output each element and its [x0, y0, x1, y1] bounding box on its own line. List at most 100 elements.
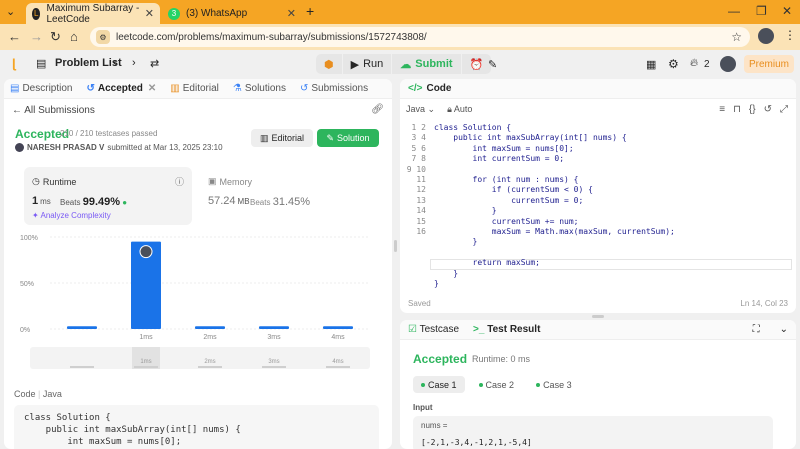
layout-icon[interactable]: ▦ [646, 58, 656, 71]
clock-icon: ◷ [32, 176, 40, 186]
case-tab-3[interactable]: Case 3 [528, 376, 580, 393]
streak-icon[interactable]: 🔥︎ [690, 57, 698, 70]
url-field[interactable]: ⚙ leetcode.com/problems/maximum-subarray… [90, 27, 750, 47]
browser-tab-leetcode[interactable]: L Maximum Subarray - LeetCode ✕ [26, 3, 160, 25]
vertical-splitter[interactable] [394, 240, 397, 252]
tab-test-result[interactable]: >_ Test Result [473, 324, 540, 335]
submit-button[interactable]: ☁ Submit [392, 54, 460, 74]
close-tab-icon[interactable]: ✕ [148, 83, 156, 94]
restore-icon[interactable]: ❐ [756, 4, 767, 18]
leetcode-logo-icon[interactable]: ɭ [12, 56, 16, 71]
param-name: nums = [421, 421, 448, 430]
fullscreen-icon[interactable]: ⛶ [753, 324, 760, 335]
reload-icon[interactable]: ↻ [50, 29, 61, 45]
debug-button[interactable]: ⬢ [316, 54, 342, 74]
info-icon[interactable]: ⓘ [175, 175, 184, 188]
book-icon: ▥ [259, 132, 269, 143]
horizontal-splitter[interactable] [592, 315, 604, 318]
editorial-button[interactable]: ▥ Editorial [251, 129, 313, 147]
tab-submissions[interactable]: ↺ Submissions [300, 83, 368, 94]
memory-chip-icon: ▣ [208, 176, 217, 186]
prev-problem-icon[interactable]: ‹ [113, 57, 117, 69]
note-icon[interactable]: ✎ [488, 58, 497, 71]
chart-bar[interactable] [259, 326, 289, 329]
collapse-icon[interactable]: ⌄ [780, 324, 788, 335]
solution-button[interactable]: ✎ Solution [317, 129, 379, 147]
all-submissions-link[interactable]: ← All Submissions [12, 105, 95, 116]
bookmark-star-icon[interactable]: ☆ [731, 30, 742, 44]
minimap-window [132, 347, 160, 369]
profile-avatar[interactable] [758, 28, 774, 44]
next-problem-icon[interactable]: › [132, 57, 136, 69]
tab-description[interactable]: ▤ Description [10, 83, 72, 94]
analyze-complexity-link[interactable]: ✦ Analyze Complexity [32, 211, 111, 220]
minimize-icon[interactable]: — [728, 4, 740, 18]
terminal-icon: >_ [473, 324, 485, 335]
chart-bar[interactable] [323, 326, 353, 329]
run-button[interactable]: ▶ Run [343, 54, 392, 74]
chart-bar[interactable] [195, 326, 225, 329]
problem-list-link[interactable]: Problem List [55, 57, 122, 69]
input-label: Input [413, 403, 433, 412]
share-link-icon[interactable]: 🔗︎ [371, 104, 384, 115]
left-panel: ▤ Description ↺ Accepted ✕ ▥ Editorial ⚗ Solu… [4, 79, 392, 449]
format-icon[interactable]: ≡ [719, 104, 725, 115]
left-tabs: ▤ Description ↺ Accepted ✕ ▥ Editorial ⚗ Solu… [4, 79, 392, 99]
tab-solutions[interactable]: ⚗ Solutions [233, 83, 286, 94]
saved-status: Saved [408, 299, 431, 308]
testcases-passed: 210 / 210 testcases passed [60, 129, 158, 138]
cursor-position: Ln 14, Col 23 [740, 299, 788, 308]
problem-list-icon[interactable]: ▤ [36, 57, 46, 70]
case-tab-1[interactable]: Case 1 [413, 376, 465, 393]
tab-search-icon[interactable]: ⌄ [6, 5, 15, 18]
tab-editorial[interactable]: ▥ Editorial [170, 83, 219, 94]
shuffle-icon[interactable]: ⇄ [150, 57, 159, 70]
expand-icon[interactable]: ⤢ [780, 104, 788, 115]
auto-mode-toggle[interactable]: 🔒︎ Auto [447, 104, 472, 115]
user-avatar[interactable] [720, 56, 736, 72]
minimap-label: 4ms [332, 359, 343, 365]
memory-card[interactable]: ▣ Memory 57.24 MB Beats 31.45% [200, 167, 368, 225]
close-tab-icon[interactable]: ✕ [287, 7, 296, 20]
badge-icon: ● [122, 198, 128, 207]
leetcode-logo-icon: L [32, 7, 41, 20]
bookmark-icon[interactable]: ⊓ [733, 104, 741, 115]
alarm-icon: ⏰ [469, 58, 484, 71]
minimap-bar [70, 366, 94, 368]
case-tab-2[interactable]: Case 2 [471, 376, 523, 393]
timer-button[interactable]: ⏰ [462, 54, 492, 74]
premium-button[interactable]: Premium [744, 55, 794, 73]
close-window-icon[interactable]: ✕ [782, 4, 792, 18]
language-select[interactable]: Java ⌄ [406, 104, 435, 115]
back-icon[interactable]: ← [8, 29, 21, 44]
result-runtime: Runtime: 0 ms [472, 354, 531, 364]
home-icon[interactable]: ⌂ [70, 29, 78, 44]
site-info-icon[interactable]: ⚙ [96, 30, 110, 44]
submitted-code-preview: class Solution { public int maxSubArray(… [14, 405, 379, 449]
close-tab-icon[interactable]: ✕ [145, 7, 154, 20]
runtime-distribution-chart[interactable]: 100% 50% 0% 1ms 2ms 3ms 4ms 1ms 2ms 3ms 4ms [20, 231, 380, 371]
browser-menu-icon[interactable]: ⋮ [784, 28, 796, 42]
new-tab-button[interactable]: + [306, 3, 314, 19]
braces-icon[interactable]: {} [749, 104, 756, 115]
tab-accepted[interactable]: ↺ Accepted ✕ [86, 83, 156, 94]
x-tick-label: 3ms [267, 334, 281, 341]
clock-icon: ↺ [86, 83, 95, 94]
chart-bar[interactable] [67, 326, 97, 329]
browser-tab-strip: ⌄ L Maximum Subarray - LeetCode ✕ 3 (3) … [0, 0, 800, 25]
code-text[interactable]: class Solution { public int maxSubArray(… [434, 123, 675, 290]
tab-testcase[interactable]: ☑ Testcase [408, 324, 459, 335]
browser-tab-whatsapp[interactable]: 3 (3) WhatsApp ✕ [162, 3, 302, 24]
whatsapp-icon: 3 [168, 7, 180, 20]
reset-icon[interactable]: ↺ [764, 104, 772, 115]
pass-dot-icon [478, 382, 483, 387]
chart-minimap [30, 347, 370, 369]
settings-icon[interactable]: ⚙ [668, 57, 679, 71]
x-tick-label: 2ms [203, 334, 217, 341]
y-tick-label: 100% [20, 235, 38, 242]
history-icon: ↺ [299, 83, 309, 94]
forward-icon[interactable]: → [30, 29, 43, 44]
runtime-card[interactable]: ◷ Runtime ⓘ 1 ms Beats 99.49% ● ✦ Analyze … [24, 167, 192, 225]
run-submit-bar: ⬢ ▶ Run ☁ Submit ⏰ [316, 54, 492, 74]
x-tick-label: 1ms [139, 334, 153, 341]
